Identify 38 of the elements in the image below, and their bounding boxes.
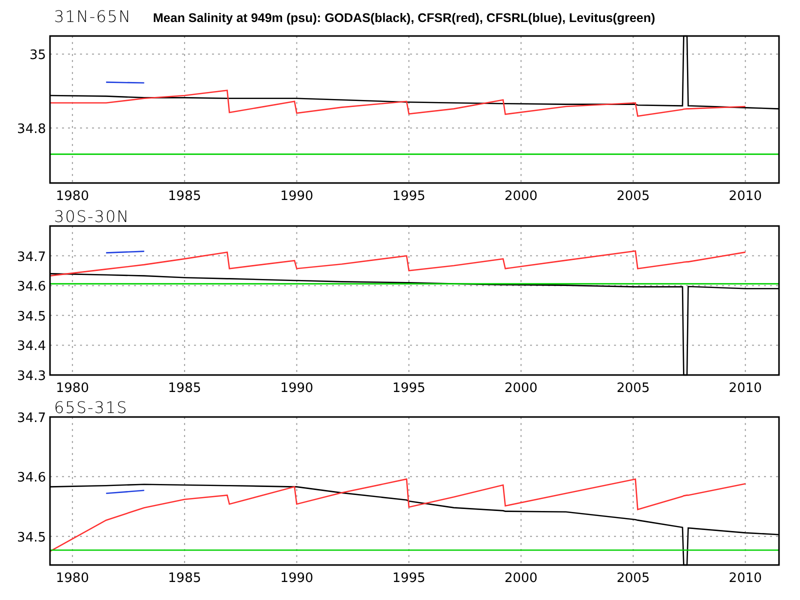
x-tick-label: 2010 [728, 571, 762, 586]
region-label: 31N-65N [54, 7, 132, 26]
x-tick-label: 2005 [616, 189, 650, 204]
x-tick-label: 1995 [392, 381, 426, 395]
x-tick-label: 1980 [56, 189, 89, 204]
x-tick-label: 1990 [280, 571, 314, 586]
cfsrl-line [106, 250, 144, 254]
x-tick-label: 1995 [392, 189, 426, 204]
cfsrl-line [106, 82, 144, 84]
y-tick-label: 34.5 [17, 309, 46, 324]
x-tick-label: 1990 [280, 189, 314, 204]
x-tick-label: 1990 [280, 381, 314, 395]
x-tick-label: 2010 [728, 381, 762, 395]
y-tick-label: 34.3 [17, 369, 46, 384]
region-label: 65S-31S [54, 398, 128, 417]
x-tick-label: 1985 [168, 381, 202, 395]
y-tick-label: 34.4 [17, 339, 46, 354]
x-tick-label: 1985 [168, 571, 202, 586]
y-tick-label: 34.6 [17, 470, 46, 486]
y-tick-label: 34.7 [17, 411, 46, 426]
cfsrl-line [106, 490, 144, 494]
x-tick-label: 2000 [504, 381, 538, 395]
x-tick-label: 1980 [56, 381, 89, 395]
y-tick-label: 34.6 [17, 280, 46, 295]
x-tick-label: 2005 [616, 571, 650, 586]
region-label: 30S-30N [54, 207, 130, 226]
y-tick-label: 35 [29, 48, 46, 64]
x-tick-label: 2000 [504, 571, 538, 586]
x-tick-label: 2000 [504, 189, 538, 204]
y-tick-label: 34.8 [17, 122, 46, 137]
x-tick-label: 1995 [392, 571, 426, 586]
y-tick-label: 34.7 [17, 250, 46, 265]
y-tick-label: 34.5 [17, 530, 46, 546]
x-tick-label: 1980 [56, 571, 89, 586]
chart-title: Mean Salinity at 949m (psu): GODAS(black), CFSR(red), CFSRL(blue), Levitus(green) [153, 11, 656, 25]
x-tick-label: 2010 [728, 189, 762, 204]
x-tick-label: 1985 [168, 189, 202, 204]
x-tick-label: 2005 [616, 381, 650, 395]
